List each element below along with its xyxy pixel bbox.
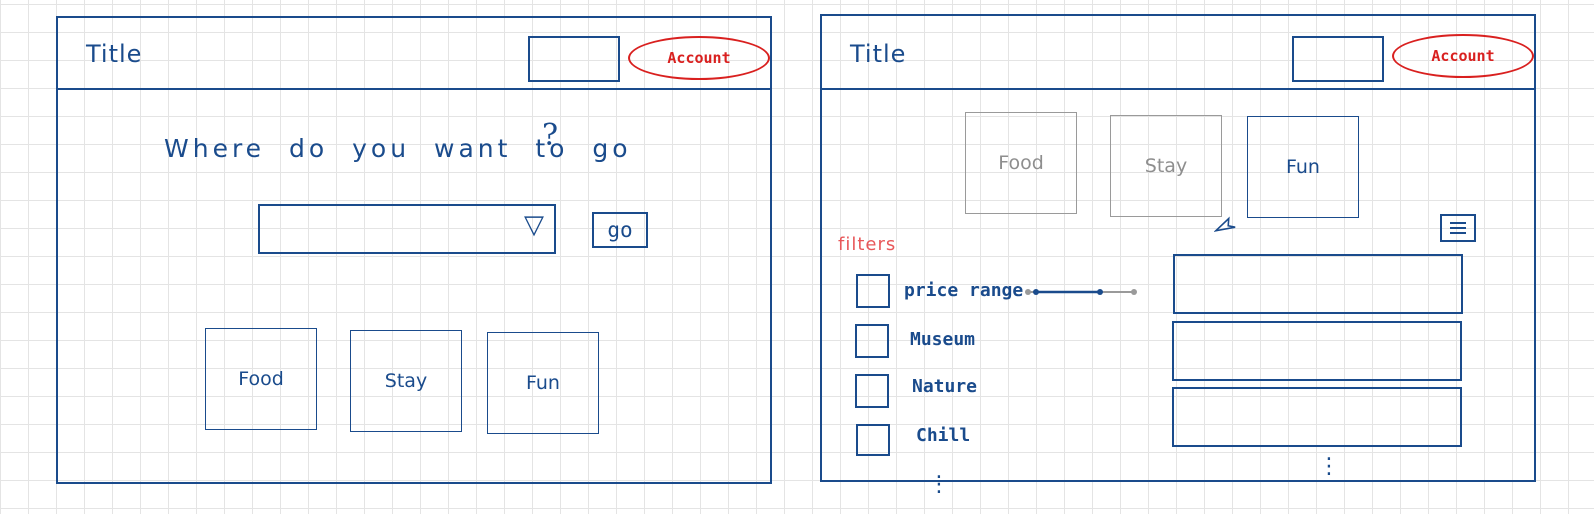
home-header-divider	[56, 88, 772, 90]
dropdown-arrow-icon: ▽	[524, 210, 544, 240]
destination-dropdown[interactable]: ▽	[258, 204, 556, 254]
filter-museum-checkbox[interactable]	[855, 324, 889, 358]
results-more-indicator: ⋮	[1318, 454, 1340, 479]
result-item-1[interactable]	[1173, 254, 1463, 314]
filter-nature-label: Nature	[912, 376, 978, 397]
category-fun-card[interactable]: Fun	[487, 332, 599, 434]
filter-chill-checkbox[interactable]	[856, 424, 890, 456]
filter-price-range-checkbox[interactable]	[856, 274, 890, 308]
home-title: Title	[86, 40, 143, 68]
results-category-fun-card[interactable]: Fun	[1247, 116, 1359, 218]
slider-min-handle	[1033, 289, 1039, 295]
results-account-button[interactable]: Account	[1392, 34, 1534, 78]
results-title: Title	[850, 40, 907, 68]
price-range-slider[interactable]	[1022, 284, 1142, 300]
results-category-food-card[interactable]: Food	[965, 112, 1077, 214]
list-menu-icon[interactable]	[1440, 214, 1476, 242]
list-icon	[1450, 222, 1466, 234]
filter-museum-label: Museum	[910, 329, 976, 350]
result-item-2[interactable]	[1172, 321, 1462, 381]
result-item-3[interactable]	[1172, 387, 1462, 447]
category-food-card[interactable]: Food	[205, 328, 317, 430]
home-account-button[interactable]: Account	[628, 36, 770, 80]
filter-price-range-label: price range	[904, 280, 1024, 301]
results-category-stay-card[interactable]: Stay	[1110, 115, 1222, 217]
destination-question: Where do you want to go	[164, 134, 632, 163]
filters-heading: filters	[838, 234, 897, 255]
filters-more-indicator: ⋮	[928, 472, 950, 497]
filter-nature-checkbox[interactable]	[855, 374, 889, 408]
question-mark: ?	[542, 118, 559, 153]
category-stay-card[interactable]: Stay	[350, 330, 462, 432]
slider-max-handle	[1097, 289, 1103, 295]
results-header-button[interactable]	[1292, 36, 1384, 82]
results-header-divider	[820, 88, 1536, 90]
filter-chill-label: Chill	[916, 425, 971, 446]
go-button[interactable]: go	[592, 212, 648, 248]
home-header-button[interactable]	[528, 36, 620, 82]
pointer-icon	[1214, 216, 1236, 233]
